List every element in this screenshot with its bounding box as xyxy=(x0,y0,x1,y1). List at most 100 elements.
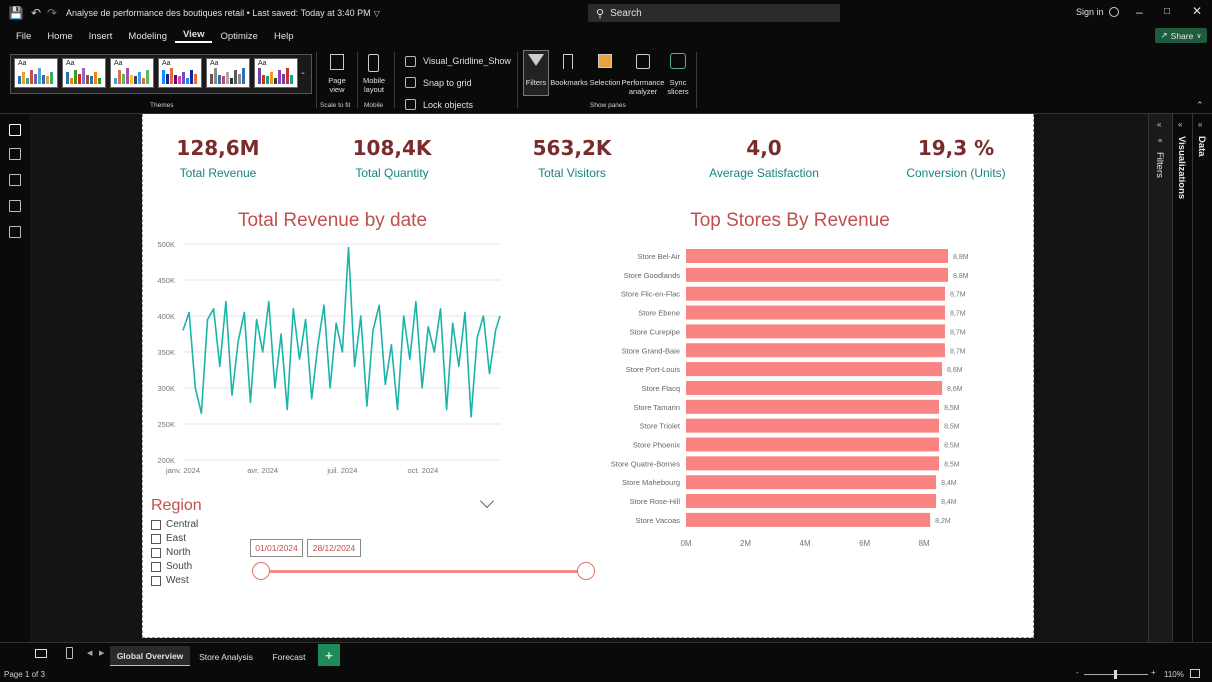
search-input[interactable]: ⚲ Search xyxy=(588,4,840,22)
theme-swatch-2[interactable]: Aa xyxy=(62,58,106,88)
lock-objects-checkbox[interactable] xyxy=(405,99,416,110)
store-revenue-bar[interactable] xyxy=(686,456,940,471)
menu-insert[interactable]: Insert xyxy=(81,31,121,42)
model-view-icon[interactable] xyxy=(9,174,21,186)
store-revenue-bar[interactable] xyxy=(686,305,946,320)
store-revenue-bar[interactable] xyxy=(686,437,940,452)
collapse-filters-icon[interactable]: « xyxy=(1157,120,1161,129)
x-tick-label: juil. 2024 xyxy=(326,466,357,475)
zoom-out-button[interactable]: - xyxy=(1076,668,1079,677)
account-icon xyxy=(1108,7,1119,17)
collapse-viz-icon[interactable]: « xyxy=(1178,120,1182,129)
add-page-button[interactable]: + xyxy=(318,644,340,666)
bar-chart[interactable]: Store Bel-Air 8,8M Store Goodlands 8,8M Stor… xyxy=(600,244,980,554)
zoom-level[interactable]: 110% xyxy=(1164,670,1184,679)
visualizations-pane[interactable]: « Visualizations xyxy=(1172,114,1192,642)
zoom-slider-thumb[interactable] xyxy=(1114,670,1117,679)
store-revenue-bar[interactable] xyxy=(686,512,931,527)
minimize-button[interactable]: – xyxy=(1136,5,1143,19)
tab-forecast[interactable]: Forecast xyxy=(262,646,316,667)
tmdl-view-icon[interactable] xyxy=(9,226,21,238)
store-revenue-bar[interactable] xyxy=(686,475,937,490)
theme-swatch-6[interactable]: Aa xyxy=(254,58,298,88)
mobile-layout-icon[interactable] xyxy=(66,647,73,659)
snap-to-grid-checkbox[interactable] xyxy=(405,77,416,88)
store-revenue-bar[interactable] xyxy=(686,343,946,358)
store-revenue-bar[interactable] xyxy=(686,362,943,377)
tab-store-analysis[interactable]: Store Analysis xyxy=(193,646,259,667)
chevron-down-icon[interactable]: ▽ xyxy=(374,9,380,18)
region-item-east[interactable]: East xyxy=(151,533,186,544)
store-revenue-bar[interactable] xyxy=(686,286,946,301)
date-slider-start-handle[interactable] xyxy=(252,562,270,580)
themes-more-icon[interactable]: ⌄ xyxy=(300,68,306,76)
menu-help[interactable]: Help xyxy=(266,31,302,42)
region-checkbox[interactable] xyxy=(151,533,161,544)
store-revenue-bar[interactable] xyxy=(686,267,948,282)
redo-icon[interactable]: ↷ xyxy=(44,6,60,20)
x-tick-label: 6M xyxy=(859,539,870,548)
collapse-data-icon[interactable]: « xyxy=(1198,120,1202,129)
menu-view[interactable]: View xyxy=(174,29,213,43)
theme-swatch-4[interactable]: Aa xyxy=(158,58,202,88)
zoom-in-button[interactable]: + xyxy=(1151,668,1156,677)
theme-swatch-3[interactable]: Aa xyxy=(110,58,154,88)
bookmarks-button[interactable]: Bookmarks xyxy=(548,78,590,87)
theme-swatch-5[interactable]: Aa xyxy=(206,58,250,88)
store-revenue-bar[interactable] xyxy=(686,494,937,509)
line-chart[interactable]: 200K 250K 300K 350K 400K 450K 500K janv. 2024 av… xyxy=(145,236,510,476)
menu-modeling[interactable]: Modeling xyxy=(120,31,175,42)
close-button[interactable]: ✕ xyxy=(1192,4,1202,18)
region-item-label: East xyxy=(166,533,187,544)
date-end-input[interactable]: 28/12/2024 xyxy=(307,539,361,557)
theme-swatch-1[interactable]: Aa xyxy=(14,58,58,88)
tab-global-overview[interactable]: Global Overview xyxy=(110,646,190,667)
store-revenue-bar[interactable] xyxy=(686,249,948,263)
selection-button[interactable]: Selection xyxy=(588,78,622,87)
region-item-north[interactable]: North xyxy=(151,547,190,558)
y-tick-label: 300K xyxy=(157,384,175,393)
menu-optimize[interactable]: Optimize xyxy=(212,31,265,42)
sync-slicers-icon xyxy=(670,53,686,69)
store-revenue-bar[interactable] xyxy=(686,324,946,339)
store-revenue-bar[interactable] xyxy=(686,418,940,433)
theme-bars xyxy=(258,68,293,84)
sign-in-button[interactable]: Sign in xyxy=(1076,7,1119,17)
region-checkbox[interactable] xyxy=(151,561,161,572)
tab-prev-icon[interactable]: ◀ xyxy=(87,649,92,657)
fit-page-icon[interactable] xyxy=(1190,669,1200,678)
region-item-central[interactable]: Central xyxy=(151,519,198,530)
page-view-button[interactable]: Page view xyxy=(322,76,352,94)
restore-button[interactable]: □ xyxy=(1164,6,1170,17)
document-title[interactable]: Analyse de performance des boutiques ret… xyxy=(66,8,371,18)
store-revenue-bar[interactable] xyxy=(686,399,940,414)
desktop-layout-icon[interactable] xyxy=(35,649,47,658)
gridline-checkbox[interactable] xyxy=(405,56,416,67)
share-button[interactable]: ↗ Share ∨ xyxy=(1155,28,1207,43)
region-item-west[interactable]: West xyxy=(151,575,189,586)
mobile-layout-button[interactable]: Mobile layout xyxy=(358,76,390,94)
date-slider-end-handle[interactable] xyxy=(577,562,595,580)
revenue-line-series[interactable] xyxy=(182,246,501,418)
date-start-input[interactable]: 01/01/2024 xyxy=(250,539,303,557)
data-pane[interactable]: « Data xyxy=(1192,114,1212,642)
menu-file[interactable]: File xyxy=(8,31,39,42)
region-checkbox[interactable] xyxy=(151,519,161,530)
dax-query-icon[interactable] xyxy=(9,200,21,212)
store-revenue-bar[interactable] xyxy=(686,380,943,395)
save-icon[interactable]: 💾 xyxy=(4,6,28,20)
undo-icon[interactable]: ↶ xyxy=(28,6,44,20)
bar-category-label: Store Phoenix xyxy=(633,441,680,450)
tab-next-icon[interactable]: ▶ xyxy=(99,649,104,657)
sync-slicers-button[interactable]: Sync slicers xyxy=(664,78,692,96)
theme-bars xyxy=(210,68,245,84)
report-view-icon[interactable] xyxy=(9,124,21,136)
collapse-ribbon-icon[interactable]: ⌃ xyxy=(1196,100,1204,111)
region-item-south[interactable]: South xyxy=(151,561,192,572)
menu-home[interactable]: Home xyxy=(39,31,80,42)
filters-pane[interactable]: « ≡ Filters xyxy=(1148,114,1172,642)
region-checkbox[interactable] xyxy=(151,547,161,558)
table-view-icon[interactable] xyxy=(9,148,21,160)
performance-analyzer-button[interactable]: Performance analyzer xyxy=(620,78,666,96)
region-checkbox[interactable] xyxy=(151,575,161,586)
